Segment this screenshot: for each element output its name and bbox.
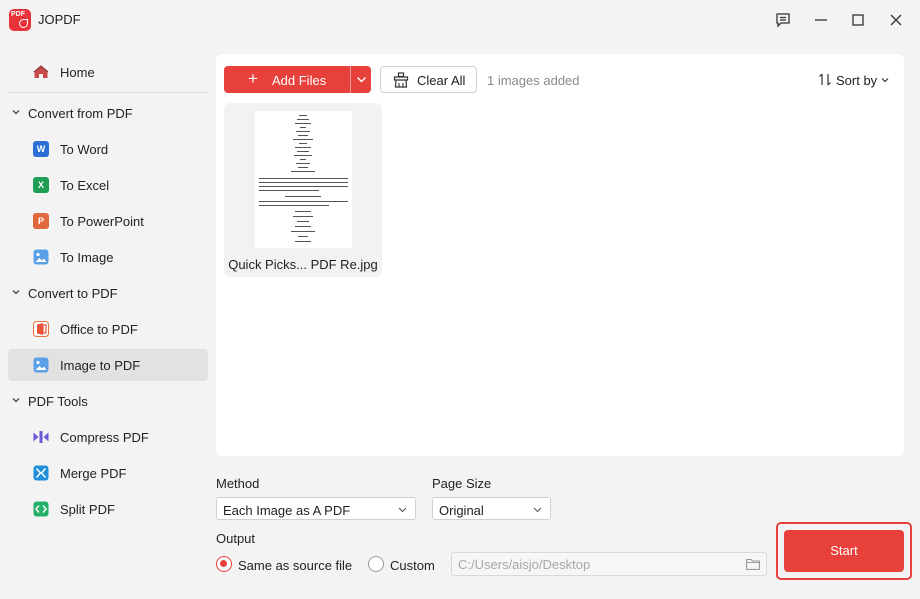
sort-icon bbox=[819, 73, 831, 86]
method-label: Method bbox=[216, 476, 260, 491]
sidebar-item-label: Merge PDF bbox=[60, 466, 127, 481]
chevron-down-icon bbox=[357, 77, 366, 83]
powerpoint-icon: P bbox=[33, 213, 49, 229]
close-icon bbox=[890, 14, 902, 26]
sort-by-label: Sort by bbox=[836, 73, 878, 88]
output-label: Output bbox=[216, 531, 256, 546]
plus-icon: + bbox=[248, 69, 258, 88]
start-button[interactable]: Start bbox=[784, 530, 904, 572]
sidebar-item-home[interactable]: Home bbox=[8, 56, 208, 88]
page-size-select[interactable]: Original bbox=[432, 497, 551, 520]
chevron-down-icon bbox=[533, 507, 542, 513]
sidebar-item-image-to-pdf[interactable]: Image to PDF bbox=[8, 349, 208, 381]
feedback-button[interactable] bbox=[771, 8, 795, 32]
add-files-dropdown-button[interactable] bbox=[350, 66, 371, 93]
section-convert-from-pdf[interactable]: Convert from PDF bbox=[8, 101, 208, 125]
output-same-label: Same as source file bbox=[238, 558, 353, 573]
sidebar-item-label: Split PDF bbox=[60, 502, 115, 517]
maximize-icon bbox=[852, 14, 864, 26]
close-button[interactable] bbox=[884, 8, 908, 32]
split-icon bbox=[33, 501, 49, 517]
add-files-label: Add Files bbox=[272, 73, 327, 88]
app-title: JOPDF bbox=[38, 12, 81, 27]
maximize-button[interactable] bbox=[846, 8, 870, 32]
sidebar-item-label: Home bbox=[60, 65, 95, 80]
compress-icon bbox=[33, 431, 49, 443]
sidebar-item-office-to-pdf[interactable]: Office to PDF bbox=[8, 313, 208, 345]
output-custom-label: Custom bbox=[390, 558, 435, 573]
page-size-value: Original bbox=[439, 503, 484, 518]
method-select[interactable]: Each Image as A PDF bbox=[216, 497, 416, 520]
feedback-icon bbox=[776, 13, 790, 28]
sidebar-item-label: To PowerPoint bbox=[60, 214, 144, 229]
sidebar-item-label: To Image bbox=[60, 250, 114, 265]
chevron-down-icon bbox=[398, 507, 407, 513]
chevron-down-icon bbox=[12, 398, 20, 403]
section-pdf-tools[interactable]: PDF Tools bbox=[8, 389, 208, 413]
section-label: PDF Tools bbox=[28, 394, 88, 409]
file-panel: + Add Files Clear All 1 images added Sor… bbox=[216, 54, 904, 456]
output-same-radio[interactable] bbox=[216, 556, 232, 572]
document-preview bbox=[259, 115, 348, 242]
method-value: Each Image as A PDF bbox=[223, 503, 351, 518]
section-convert-to-pdf[interactable]: Convert to PDF bbox=[8, 281, 208, 305]
add-files-button[interactable]: + Add Files bbox=[224, 66, 350, 93]
title-bar: PDF JOPDF bbox=[0, 0, 920, 40]
sidebar-item-label: To Word bbox=[60, 142, 109, 157]
chevron-down-icon bbox=[881, 78, 889, 83]
sidebar-item-label: To Excel bbox=[60, 178, 110, 193]
sidebar-item-label: Compress PDF bbox=[60, 430, 149, 445]
file-name: Quick Picks... PDF Re.jpg bbox=[228, 257, 378, 272]
excel-icon: X bbox=[33, 177, 49, 193]
app-logo: PDF bbox=[9, 9, 31, 31]
file-thumbnail bbox=[255, 111, 352, 248]
sidebar-item-to-powerpoint[interactable]: P To PowerPoint bbox=[8, 205, 208, 237]
chevron-down-icon bbox=[12, 290, 20, 295]
word-icon: W bbox=[33, 141, 49, 157]
sidebar-item-to-excel[interactable]: X To Excel bbox=[8, 169, 208, 201]
images-count-text: 1 images added bbox=[487, 73, 580, 88]
sidebar-item-split-pdf[interactable]: Split PDF bbox=[8, 493, 208, 525]
page-size-label: Page Size bbox=[432, 476, 492, 491]
sidebar-item-label: Image to PDF bbox=[60, 358, 141, 373]
output-path-input[interactable] bbox=[458, 557, 738, 572]
clear-icon bbox=[393, 72, 409, 88]
output-path-field[interactable] bbox=[451, 552, 767, 576]
sidebar-item-merge-pdf[interactable]: Merge PDF bbox=[8, 457, 208, 489]
divider bbox=[8, 92, 208, 93]
office-icon bbox=[33, 321, 49, 337]
section-label: Convert to PDF bbox=[28, 286, 118, 301]
section-label: Convert from PDF bbox=[28, 106, 133, 121]
file-card[interactable]: Quick Picks... PDF Re.jpg bbox=[224, 103, 382, 277]
folder-icon[interactable] bbox=[746, 558, 760, 570]
merge-icon bbox=[33, 465, 49, 481]
sidebar-item-to-image[interactable]: To Image bbox=[8, 241, 208, 273]
minimize-icon bbox=[815, 19, 827, 21]
minimize-button[interactable] bbox=[809, 8, 833, 32]
home-icon bbox=[33, 65, 49, 78]
sidebar-item-compress-pdf[interactable]: Compress PDF bbox=[8, 421, 208, 453]
sidebar-item-label: Office to PDF bbox=[60, 322, 138, 337]
sort-by-button[interactable]: Sort by bbox=[814, 68, 894, 90]
image-icon bbox=[33, 249, 49, 265]
chevron-down-icon bbox=[12, 110, 20, 115]
output-custom-radio[interactable] bbox=[368, 556, 384, 572]
sidebar-item-to-word[interactable]: W To Word bbox=[8, 133, 208, 165]
image-icon bbox=[33, 357, 49, 373]
clear-all-button[interactable]: Clear All bbox=[380, 66, 477, 93]
clear-all-label: Clear All bbox=[417, 73, 466, 88]
